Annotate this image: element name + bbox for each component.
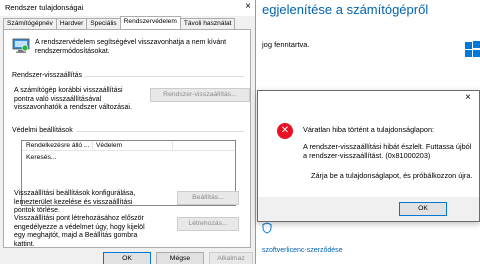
column-separator — [172, 141, 173, 151]
tab-strip: Számítógépnév Hardver Speciális Rendszer… — [3, 16, 236, 29]
apply-button[interactable]: Alkalmaz — [209, 252, 253, 264]
protection-group-title: Védelmi beállítások — [12, 127, 73, 134]
error-icon: ✕ — [277, 123, 293, 139]
configure-button[interactable]: Beállítás... — [177, 191, 239, 205]
column-separator — [92, 141, 93, 151]
system-restore-button[interactable]: Rendszer-visszaállítás... — [150, 88, 250, 102]
dialog-ok-button[interactable]: OK — [399, 202, 447, 216]
tab-hardware[interactable]: Hardver — [55, 18, 88, 29]
configure-description: Visszaállítási beállítások konfigurálása… — [14, 190, 136, 214]
computer-icon — [12, 38, 30, 53]
titlebar: Rendszer tulajdonságai × — [0, 0, 255, 16]
window-title: Rendszer tulajdonságai — [5, 3, 84, 12]
error-instruction: Zárja be a tulajdonságlapot, és próbálko… — [311, 171, 473, 180]
intro-text: A rendszervédelem segítségével visszavon… — [35, 39, 227, 55]
list-item[interactable]: Keresés... — [26, 154, 57, 161]
windows-logo-icon — [465, 34, 480, 64]
column-available-drives[interactable]: Rendelkezésre álló ... — [26, 142, 89, 149]
background-heading: egjelenítése a számítógépről — [262, 2, 429, 17]
tab-advanced[interactable]: Speciális — [86, 18, 121, 29]
create-description: Visszaállítási pont létrehozásához elősz… — [14, 215, 145, 248]
license-link[interactable]: szoftverlicenc-szerződése — [262, 247, 343, 254]
restore-group-title: Rendszer-visszaállítás — [12, 72, 83, 79]
protection-group-divider — [76, 131, 244, 132]
system-properties-window: Rendszer tulajdonságai × Számítógépnév H… — [0, 0, 256, 264]
ok-button[interactable]: OK — [103, 252, 151, 264]
dialog-close-icon[interactable]: × — [465, 92, 471, 103]
tab-system-protection[interactable]: Rendszervédelem — [119, 16, 181, 29]
create-button[interactable]: Létrehozás... — [177, 217, 239, 231]
close-icon[interactable]: × — [245, 1, 251, 13]
cancel-button[interactable]: Mégse — [156, 252, 204, 264]
shield-icon — [262, 222, 272, 234]
error-heading: Váratlan hiba történt a tulajdonságlapon… — [303, 125, 435, 134]
drive-list-header: Rendelkezésre álló ... Védelem — [22, 141, 235, 151]
tab-computer-name[interactable]: Számítógépnév — [3, 18, 57, 29]
error-message: A rendszer-visszaállítási hibát észlelt.… — [303, 142, 472, 160]
restore-description: A számítógép korábbi visszaállítási pont… — [14, 87, 132, 111]
column-protection[interactable]: Védelem — [96, 142, 122, 149]
system-protection-panel: A rendszervédelem segítségével visszavon… — [3, 29, 251, 248]
error-dialog: × ✕ Váratlan hiba történt a tulajdonságl… — [257, 90, 480, 222]
restore-group-divider — [84, 76, 244, 77]
tab-remote[interactable]: Távoli használat — [179, 18, 236, 29]
dialog-footer: OK — [258, 197, 479, 221]
background-text: jog fenntartva. — [262, 40, 310, 49]
